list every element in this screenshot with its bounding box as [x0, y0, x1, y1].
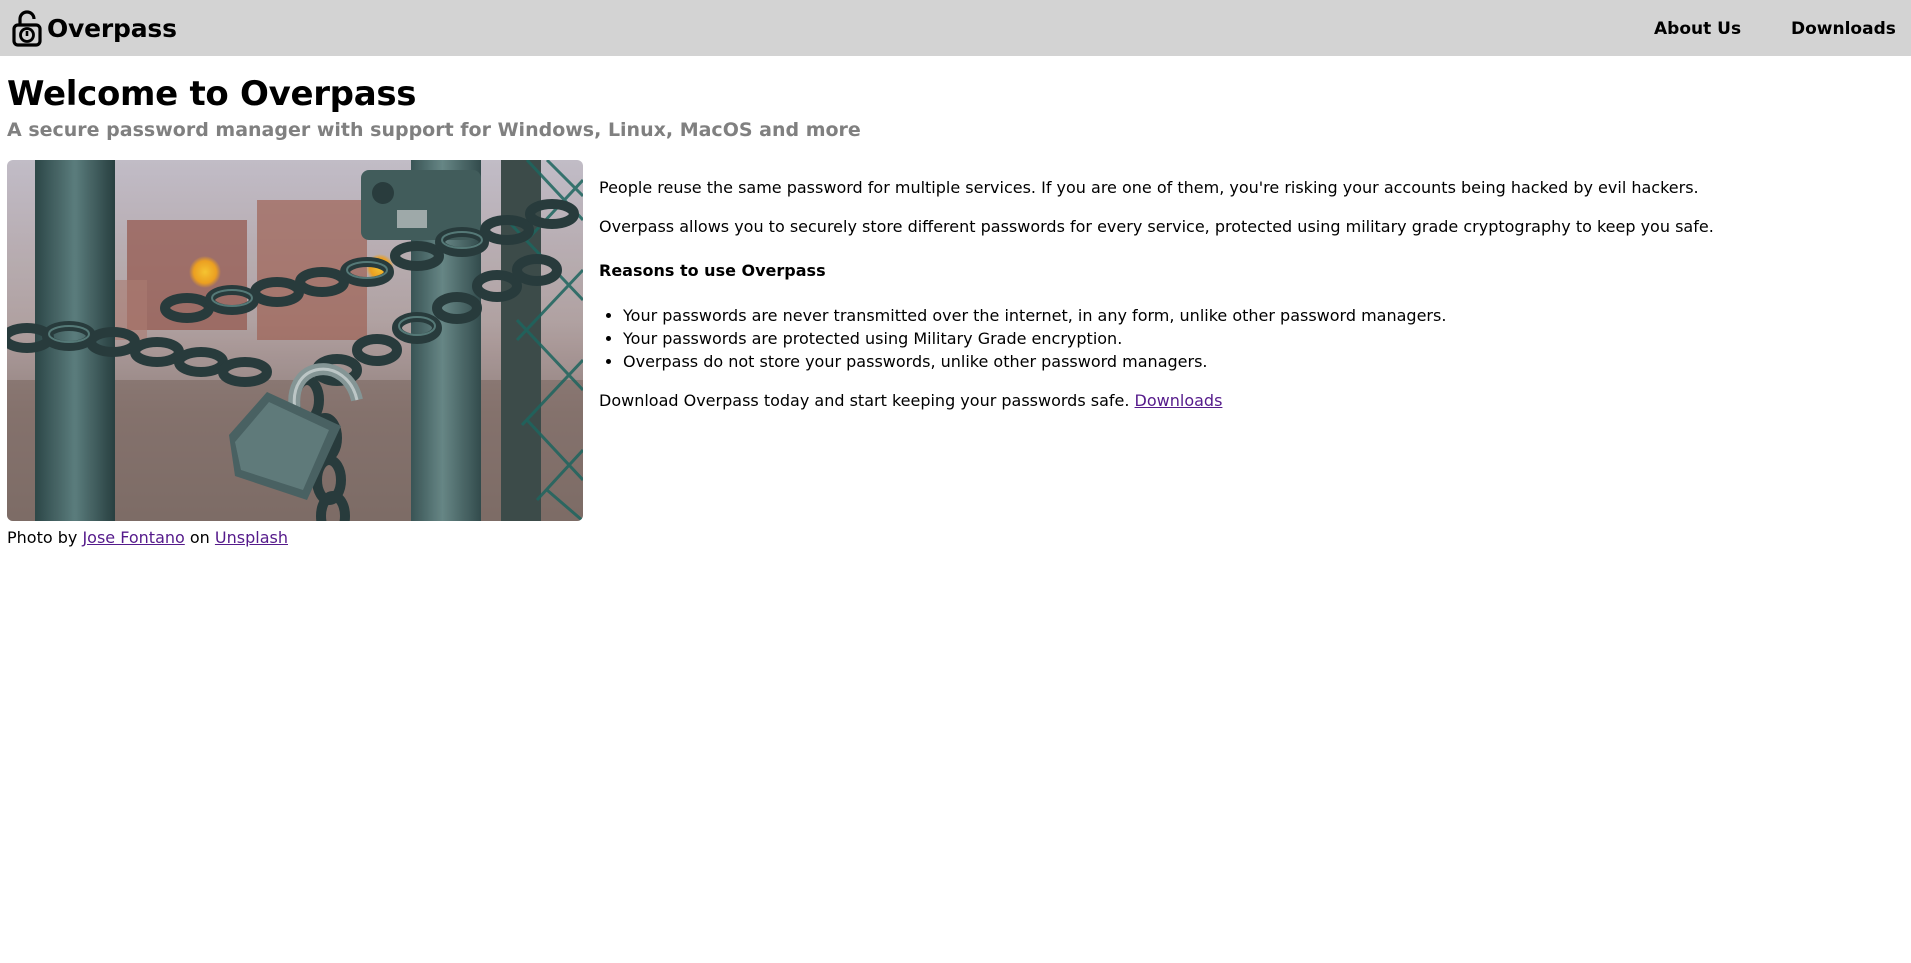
- reasons-heading: Reasons to use Overpass: [599, 261, 826, 280]
- list-item: Your passwords are never transmitted ove…: [623, 304, 1446, 327]
- caption-prefix: Photo by: [7, 528, 78, 547]
- intro-paragraph-2: Overpass allows you to securely store di…: [599, 217, 1714, 236]
- navbar: Overpass About Us Downloads: [0, 0, 1911, 56]
- page-subtitle: A secure password manager with support f…: [7, 119, 861, 141]
- list-item: Overpass do not store your passwords, un…: [623, 350, 1446, 373]
- hero-photo-padlock-chains: [7, 160, 583, 521]
- downloads-inline-link[interactable]: Downloads: [1135, 391, 1223, 410]
- download-text: Download Overpass today and start keepin…: [599, 391, 1130, 410]
- intro-paragraph-1: People reuse the same password for multi…: [599, 178, 1699, 197]
- brand-home-link[interactable]: Overpass: [11, 9, 177, 47]
- brand-name: Overpass: [47, 13, 177, 43]
- caption-mid: on: [189, 528, 210, 547]
- photo-caption: Photo by Jose Fontano on Unsplash: [7, 528, 288, 547]
- reasons-list: Your passwords are never transmitted ove…: [599, 304, 1446, 373]
- photo-source-link[interactable]: Unsplash: [215, 528, 288, 547]
- nav-about-us-link[interactable]: About Us: [1654, 19, 1741, 39]
- list-item: Your passwords are protected using Milit…: [623, 327, 1446, 350]
- photo-author-link[interactable]: Jose Fontano: [82, 528, 184, 547]
- page-title: Welcome to Overpass: [7, 74, 417, 114]
- padlock-unlocked-icon: [12, 10, 42, 47]
- nav-downloads-link[interactable]: Downloads: [1791, 19, 1896, 39]
- download-paragraph: Download Overpass today and start keepin…: [599, 389, 1222, 412]
